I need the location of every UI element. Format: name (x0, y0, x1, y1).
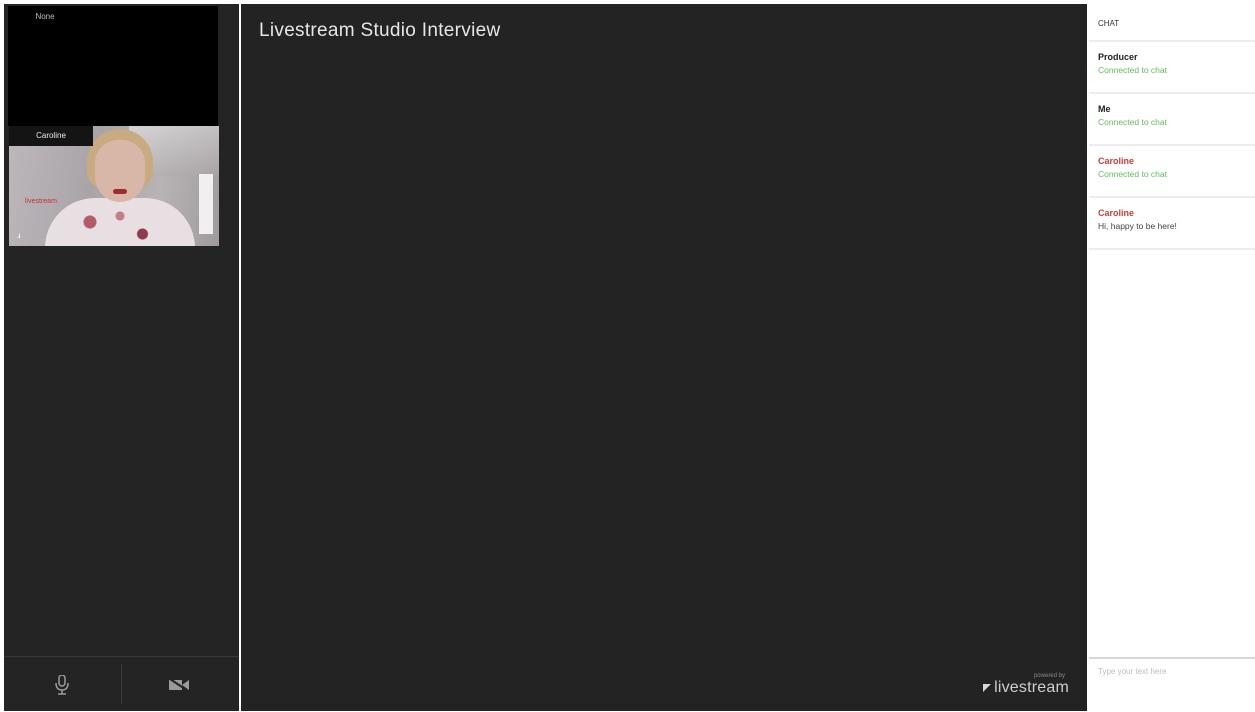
signal-strength-icon: ..ıl (17, 234, 21, 240)
brand-name: livestream (994, 679, 1069, 696)
chat-header: CHAT (1089, 4, 1255, 42)
chat-message: Caroline Hi, happy to be here! (1089, 198, 1255, 250)
participant-tile-caroline[interactable]: livestream ..ıl Caroline (9, 126, 219, 246)
message-author: Me (1098, 104, 1111, 114)
chat-message-input[interactable] (1089, 659, 1248, 676)
livestream-logo: livestream (25, 198, 57, 205)
participant-label: Caroline (9, 126, 93, 146)
message-author: Producer (1098, 52, 1138, 62)
chat-message: Me Connected to chat (1089, 94, 1255, 146)
participant-label: None (35, 12, 55, 21)
message-text: Connected to chat (1098, 169, 1167, 179)
main-stage: Livestream Studio Interview powered by l… (241, 4, 1087, 711)
studio-app: None livestream ..ıl Caroline Livestream… (0, 0, 1255, 712)
participant-tile-empty[interactable]: None (8, 6, 218, 126)
stage-title: Livestream Studio Interview (259, 20, 501, 41)
video-person (113, 189, 127, 194)
chat-message: Caroline Connected to chat (1089, 146, 1255, 198)
video-background (199, 174, 213, 234)
message-text: Connected to chat (1098, 117, 1167, 127)
controls-divider (4, 656, 239, 657)
livestream-brand: powered by livestream (983, 673, 1069, 697)
message-text: Connected to chat (1098, 65, 1167, 75)
chat-message: Producer Connected to chat (1089, 42, 1255, 94)
microphone-icon (55, 675, 69, 695)
message-text: Hi, happy to be here! (1098, 221, 1177, 231)
mute-microphone-button[interactable] (42, 668, 82, 702)
message-author: Caroline (1098, 208, 1135, 218)
toggle-camera-button[interactable] (159, 668, 199, 702)
controls-separator (121, 664, 122, 704)
message-author: Caroline (1098, 156, 1135, 166)
participants-panel: None livestream ..ıl Caroline (4, 4, 239, 711)
chat-panel: CHAT Producer Connected to chat Me Conne… (1089, 4, 1255, 711)
livestream-logo-icon (983, 683, 992, 692)
chat-input-area (1089, 657, 1255, 711)
camera-off-icon (169, 678, 189, 692)
